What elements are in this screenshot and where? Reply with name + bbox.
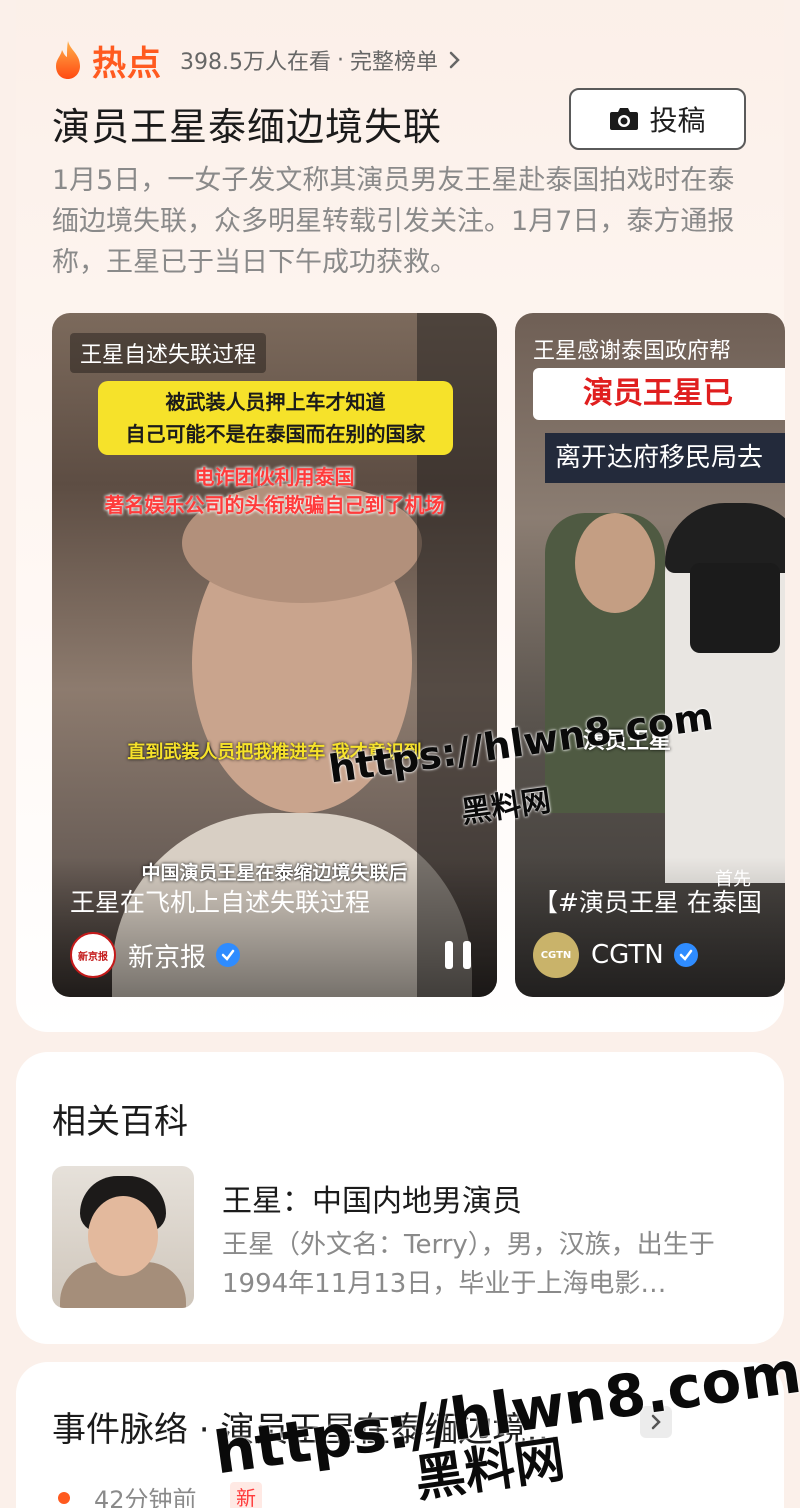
yellow-box-line: 被武装人员押上车才知道 — [165, 390, 386, 414]
video-author[interactable]: CGTN CGTN — [533, 929, 698, 981]
timeline-dot — [58, 1492, 70, 1504]
video-blue-banner: 离开达府移民局去 — [545, 433, 785, 483]
red-caption-line: 著名娱乐公司的头衔欺骗自己到了机场 — [104, 493, 445, 517]
related-encyclopedia-card[interactable]: 相关百科 王星：中国内地男演员 王星（外文名：Terry），男，汉族，出生于19… — [16, 1052, 784, 1344]
viewer-count: 398.5万人在看 — [180, 50, 331, 75]
red-caption-line: 电诈团伙利用泰国 — [194, 465, 355, 489]
timeline-time: 42分钟前 — [94, 1486, 197, 1508]
video-scene — [690, 563, 780, 653]
flame-icon — [56, 41, 80, 79]
hot-label: 热点 — [92, 43, 162, 84]
author-name: 新京报 — [128, 942, 207, 973]
video-caption: 【#演员王星 在泰国 — [533, 888, 762, 917]
video-yellow-box: 被武装人员押上车才知道 自己可能不是在泰国而在别的国家 — [98, 381, 453, 455]
video-author[interactable]: 新京报 新京报 — [70, 929, 241, 981]
chevron-right-icon[interactable] — [448, 50, 462, 70]
topic-title[interactable]: 演员王星泰缅边境失联 — [52, 96, 442, 151]
yellow-box-line: 自己可能不是在泰国而在别的国家 — [125, 422, 426, 446]
separator: · — [336, 47, 344, 73]
section-heading: 相关百科 — [52, 1102, 188, 1142]
verified-icon — [673, 943, 698, 967]
video-caption: 王星在飞机上自述失联过程 — [70, 888, 371, 917]
video-scene — [575, 513, 655, 613]
video-card-1[interactable]: 王星自述失联过程 被武装人员押上车才知道 自己可能不是在泰国而在别的国家 电诈团… — [52, 313, 497, 997]
author-name: CGTN — [591, 940, 664, 970]
submit-label: 投稿 — [649, 104, 706, 137]
video-top-tag: 王星自述失联过程 — [70, 333, 267, 373]
person-photo — [52, 1166, 194, 1308]
video-bottom-subtitle: 中国演员王星在泰缩边境失联后 — [141, 862, 408, 884]
new-badge: 新 — [230, 1482, 262, 1508]
verified-icon — [216, 943, 241, 967]
video-red-banner: 演员王星已 — [533, 368, 785, 420]
topic-description: 1月5日，一女子发文称其演员男友王星赴泰国拍戏时在泰缅边境失联，众多明星转载引发… — [52, 165, 735, 278]
video-card-2[interactable]: 王星感谢泰国政府帮 演员王星已 离开达府移民局去 演员王星 首先 【#演员王星 … — [515, 313, 785, 997]
video-red-caption: 电诈团伙利用泰国 著名娱乐公司的头衔欺骗自己到了机场 — [52, 463, 497, 519]
submit-button[interactable]: 投稿 — [569, 88, 746, 150]
full-list-link[interactable]: 完整榜单 — [350, 44, 438, 76]
author-avatar: 新京报 — [70, 932, 116, 978]
video-top-tag: 王星感谢泰国政府帮 — [533, 339, 732, 364]
camera-icon — [610, 108, 639, 130]
entry-title[interactable]: 王星：中国内地男演员 — [222, 1176, 522, 1220]
author-avatar: CGTN — [533, 932, 579, 978]
hot-header: 热点 398.5万人在看 · 完整榜单 — [52, 38, 462, 84]
pause-icon[interactable] — [445, 941, 471, 969]
entry-description: 王星（外文名：Terry），男，汉族，出生于1994年11月13日，毕业于上海电… — [222, 1230, 715, 1299]
